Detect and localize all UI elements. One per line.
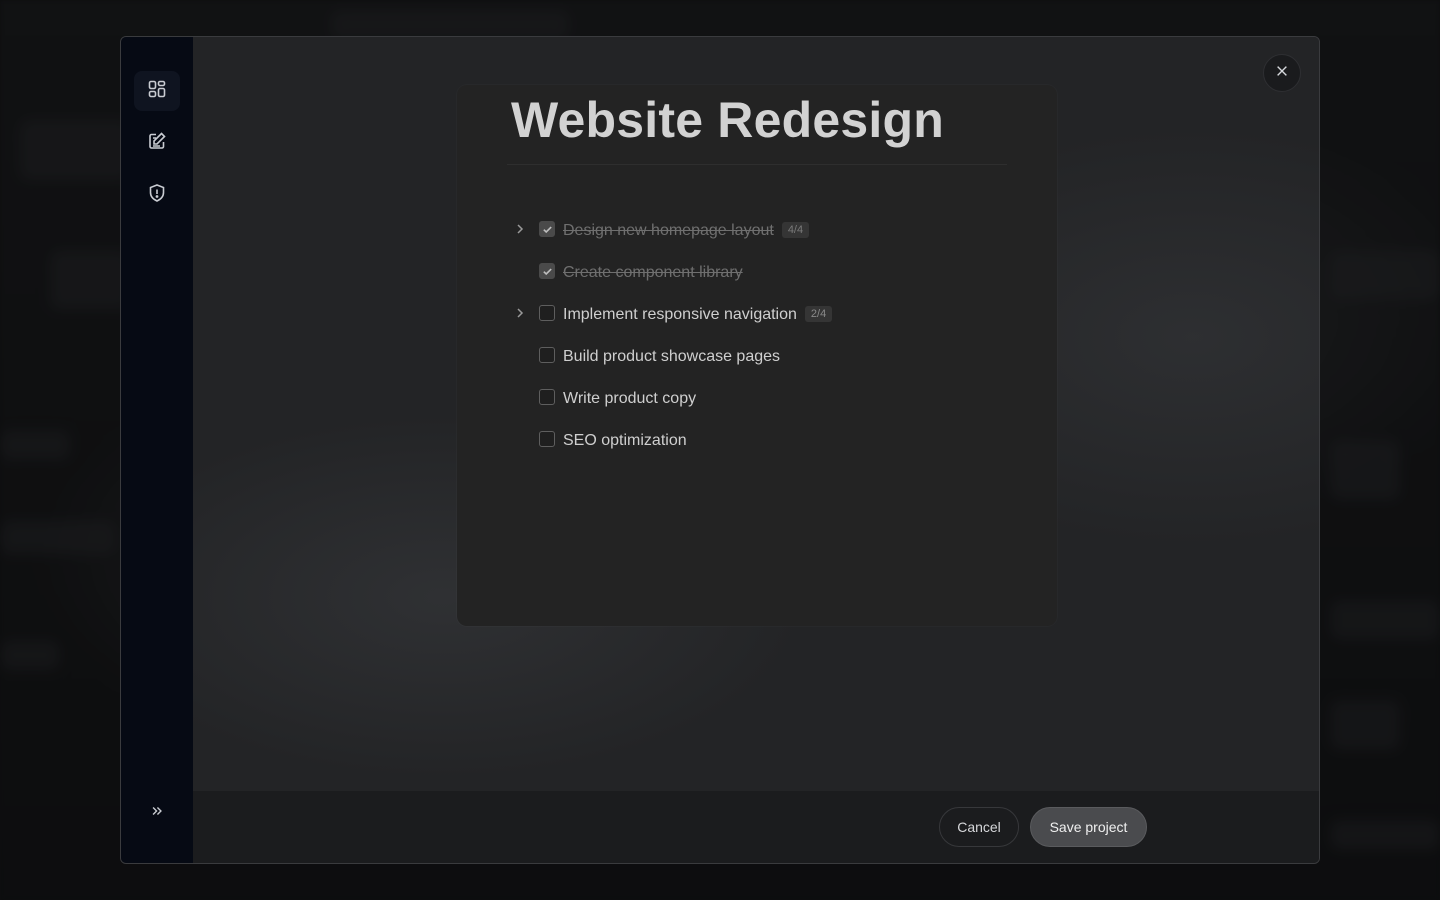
task-checkbox[interactable] — [539, 305, 555, 321]
task-checkbox[interactable] — [539, 347, 555, 363]
task-checkbox[interactable] — [539, 221, 555, 237]
rail-item-edit[interactable] — [134, 123, 180, 163]
task-label[interactable]: SEO optimization — [563, 432, 687, 450]
chevron-right-icon[interactable] — [513, 306, 527, 320]
task-label[interactable]: Build product showcase pages — [563, 348, 780, 366]
modal-footer: Cancel Save project — [193, 791, 1319, 863]
close-button[interactable] — [1263, 54, 1301, 92]
task-checkbox[interactable] — [539, 389, 555, 405]
check-icon — [542, 225, 552, 233]
task-item: Build product showcase pages — [457, 335, 1057, 377]
task-checkbox[interactable] — [539, 431, 555, 447]
task-list: Design new homepage layout 4/4 Create com… — [457, 209, 1057, 461]
task-item: Implement responsive navigation 2/4 — [457, 293, 1057, 335]
shield-alert-icon — [147, 183, 167, 208]
chevron-right-icon[interactable] — [513, 222, 527, 236]
task-label[interactable]: Implement responsive navigation 2/4 — [563, 306, 833, 324]
expand-sidebar-button[interactable] — [147, 803, 167, 823]
edit-note-icon — [147, 131, 167, 156]
rail-item-security[interactable] — [134, 175, 180, 215]
task-label[interactable]: Create component library — [563, 264, 743, 282]
task-item: SEO optimization — [457, 419, 1057, 461]
task-item: Design new homepage layout 4/4 — [457, 209, 1057, 251]
task-item: Write product copy — [457, 377, 1057, 419]
task-label[interactable]: Write product copy — [563, 390, 696, 408]
modal-content: Website Redesign Design new homepage lay… — [193, 37, 1319, 791]
cancel-button[interactable]: Cancel — [939, 807, 1019, 847]
project-modal: Website Redesign Design new homepage lay… — [120, 36, 1320, 864]
task-label-text: Design new homepage layout — [563, 222, 774, 239]
title-divider — [507, 164, 1007, 165]
subtask-count-badge: 4/4 — [781, 222, 810, 238]
rail-item-dashboard[interactable] — [134, 71, 180, 111]
task-label[interactable]: Design new homepage layout 4/4 — [563, 222, 810, 240]
dashboard-icon — [147, 79, 167, 104]
project-title[interactable]: Website Redesign — [511, 91, 1011, 149]
project-card: Website Redesign Design new homepage lay… — [457, 85, 1057, 626]
save-project-button[interactable]: Save project — [1030, 807, 1147, 847]
task-label-text: Implement responsive navigation — [563, 306, 797, 323]
task-item: Create component library — [457, 251, 1057, 293]
check-icon — [542, 267, 552, 275]
chevrons-right-icon — [150, 804, 164, 823]
task-checkbox[interactable] — [539, 263, 555, 279]
side-rail — [121, 37, 193, 863]
close-icon — [1275, 64, 1289, 83]
subtask-count-badge: 2/4 — [804, 306, 833, 322]
